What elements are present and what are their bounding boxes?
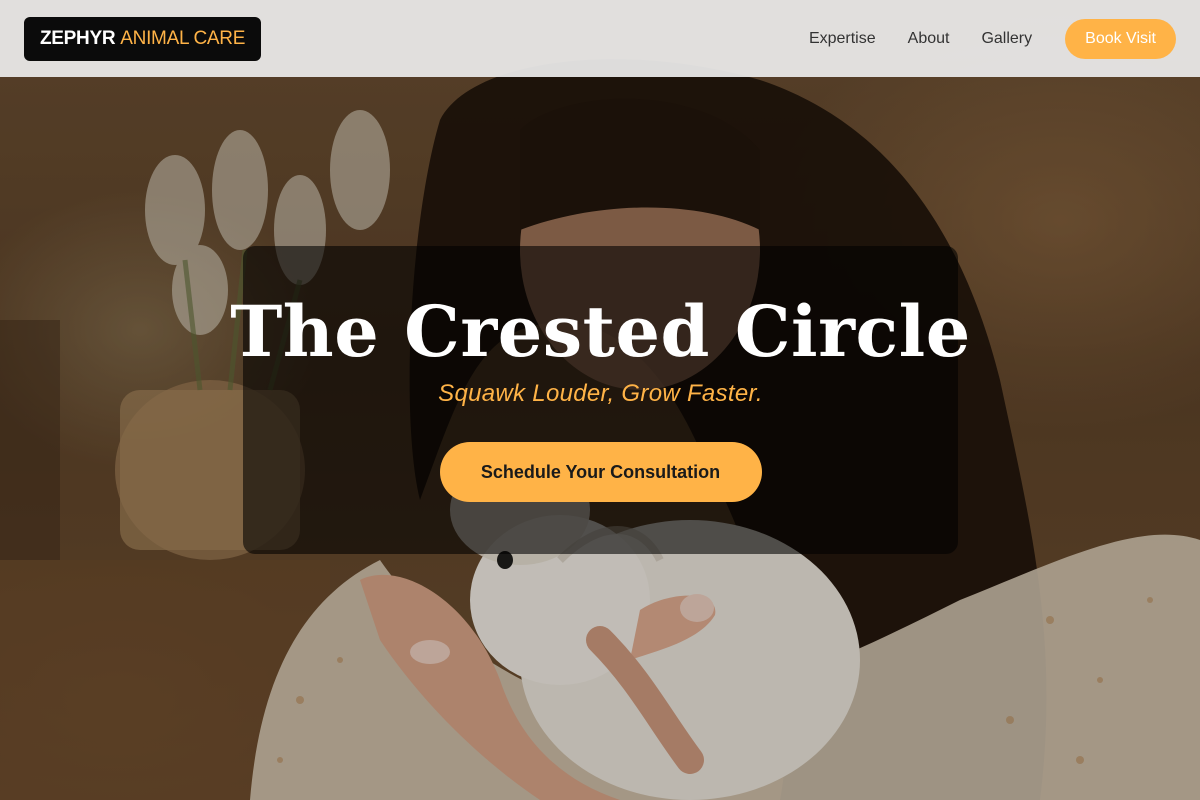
book-visit-button[interactable]: Book Visit [1065,18,1176,59]
brand-name-primary: ZEPHYR [40,27,116,49]
main-navigation: Expertise About Gallery Book Visit [809,18,1176,59]
brand-logo[interactable]: ZEPHYR ANIMAL CARE [24,16,262,61]
schedule-consultation-button[interactable]: Schedule Your Consultation [439,442,762,502]
nav-link-gallery[interactable]: Gallery [981,30,1032,48]
site-header: ZEPHYR ANIMAL CARE Expertise About Galle… [0,0,1200,77]
nav-link-about[interactable]: About [908,30,950,48]
nav-link-expertise[interactable]: Expertise [809,30,876,48]
brand-name-secondary: ANIMAL CARE [120,27,246,49]
hero-title: The Crested Circle [230,290,971,373]
hero-subtitle: Squawk Louder, Grow Faster. [438,380,763,407]
hero-card: The Crested Circle Squawk Louder, Grow F… [230,246,970,554]
